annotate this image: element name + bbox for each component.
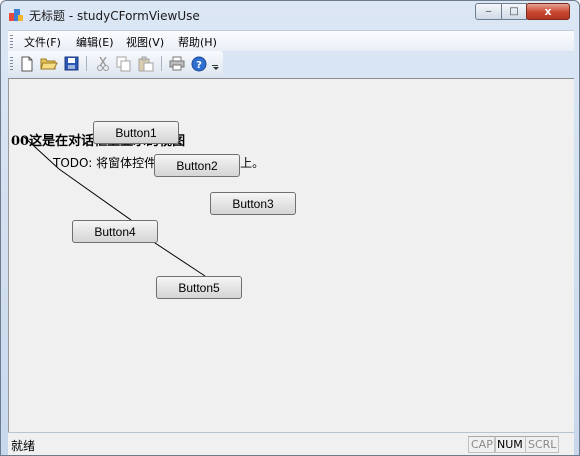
status-bar: 就绪 CAP NUM SCRL bbox=[8, 432, 574, 455]
button5[interactable]: Button5 bbox=[156, 276, 242, 299]
menu-bar: 文件(F) 编辑(E) 视图(V) 帮助(H) bbox=[8, 30, 574, 51]
menu-file[interactable]: 文件(F) bbox=[24, 34, 61, 50]
cut-icon[interactable] bbox=[94, 55, 112, 72]
button2[interactable]: Button2 bbox=[154, 154, 240, 177]
app-icon bbox=[9, 9, 23, 21]
button1[interactable]: Button1 bbox=[93, 121, 179, 144]
close-button[interactable]: x bbox=[526, 3, 570, 20]
status-cap: CAP bbox=[468, 436, 496, 453]
toolbar-overflow-arrow-icon[interactable] bbox=[213, 67, 219, 70]
menu-grip[interactable] bbox=[10, 35, 13, 48]
help-icon[interactable]: ? bbox=[190, 55, 208, 72]
form-view: 00这是在对话框上显示的视图 TODO: 将窗体控件放置在此对话框上。 Butt… bbox=[8, 78, 574, 432]
toolbar-overflow-chevron-icon[interactable] bbox=[212, 65, 218, 66]
title-bar[interactable]: 无标题 - studyCFormViewUse ‒ □ x bbox=[1, 1, 579, 29]
toolbar-grip[interactable] bbox=[10, 57, 13, 70]
copy-icon[interactable] bbox=[115, 55, 133, 72]
button3[interactable]: Button3 bbox=[210, 192, 296, 215]
new-file-icon[interactable] bbox=[18, 55, 36, 72]
print-icon[interactable] bbox=[168, 55, 186, 72]
app-window: 无标题 - studyCFormViewUse ‒ □ x 文件(F) 编辑(E… bbox=[0, 0, 580, 456]
window-title: 无标题 - studyCFormViewUse bbox=[29, 9, 200, 23]
toolbar: ? bbox=[8, 51, 223, 76]
open-folder-icon[interactable] bbox=[40, 55, 58, 72]
paste-icon[interactable] bbox=[137, 55, 155, 72]
button4[interactable]: Button4 bbox=[72, 220, 158, 243]
maximize-button[interactable]: □ bbox=[501, 3, 527, 20]
menu-view[interactable]: 视图(V) bbox=[126, 34, 164, 50]
status-num: NUM bbox=[494, 436, 526, 453]
menu-edit[interactable]: 编辑(E) bbox=[76, 34, 114, 50]
save-icon[interactable] bbox=[62, 55, 80, 72]
menu-help[interactable]: 帮助(H) bbox=[178, 34, 217, 50]
svg-text:?: ? bbox=[196, 60, 202, 71]
toolbar-separator bbox=[161, 56, 162, 71]
status-scrl: SCRL bbox=[525, 436, 560, 453]
toolbar-separator bbox=[86, 56, 87, 71]
status-ready: 就绪 bbox=[11, 439, 36, 453]
minimize-button[interactable]: ‒ bbox=[475, 3, 502, 20]
